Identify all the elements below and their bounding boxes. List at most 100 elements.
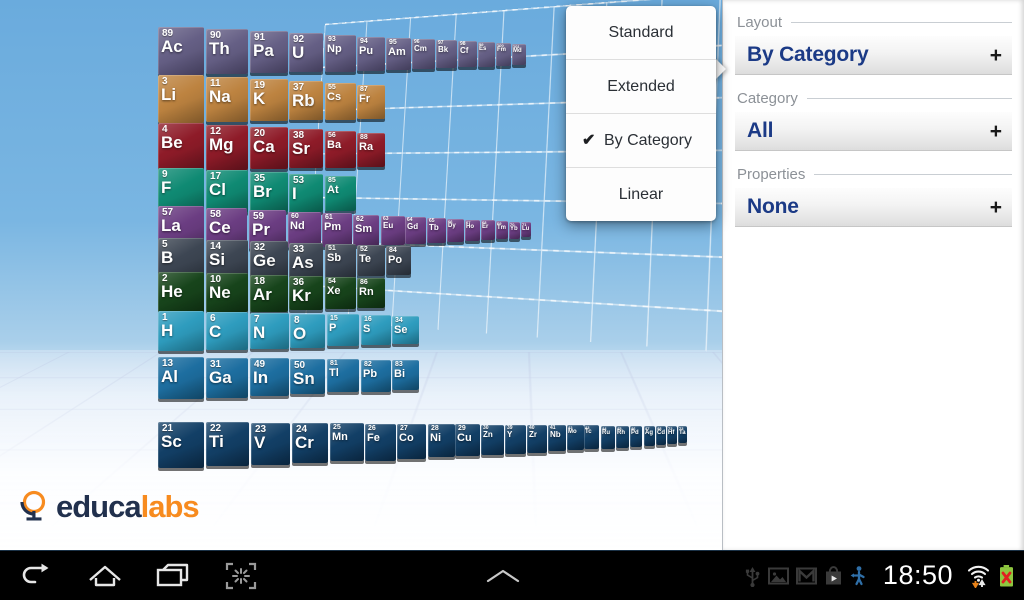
element-tile[interactable]: 86 Rn [357, 278, 385, 308]
element-tile[interactable]: 3 Li [158, 75, 204, 123]
navbar-system-buttons[interactable] [0, 556, 262, 596]
element-tile[interactable]: 93 Np [325, 35, 356, 72]
element-tile[interactable]: 94 Pu [357, 37, 385, 71]
element-tile[interactable]: 25 Mn [330, 423, 364, 461]
element-tile[interactable]: 38 Sr [289, 129, 323, 168]
element-tile[interactable]: 67 Ho [465, 220, 480, 241]
home-button[interactable] [84, 556, 126, 596]
menu-item-extended[interactable]: Extended [566, 59, 716, 113]
element-tile[interactable]: 8O [290, 314, 325, 348]
element-tile[interactable]: 51 Sb [325, 244, 356, 278]
element-tile[interactable]: 96 Cm [412, 39, 435, 69]
element-tile[interactable]: 81 Tl [327, 359, 359, 392]
element-tile[interactable]: 64 Gd [405, 217, 426, 244]
element-tile[interactable]: 87 Fr [357, 85, 385, 119]
element-tile[interactable]: 4 Be [158, 123, 204, 171]
element-tile[interactable]: 40 Zr [527, 425, 547, 453]
element-tile[interactable]: 23 V [251, 423, 290, 465]
element-tile[interactable]: 17 Cl [206, 170, 248, 213]
element-tile[interactable]: 7N [250, 313, 289, 349]
panel-row-properties[interactable]: None + [735, 188, 1012, 227]
element-tile[interactable]: 85 At [325, 176, 356, 211]
element-tile[interactable]: 27 Co [397, 424, 426, 459]
element-tile[interactable]: 91 Pa [250, 31, 288, 73]
element-tile[interactable]: 47 Ag [644, 426, 655, 446]
element-tile[interactable]: 21 Sc [158, 422, 204, 468]
back-button[interactable] [16, 556, 58, 596]
element-tile[interactable]: 82 Pb [361, 360, 391, 392]
element-tile[interactable]: 30 Zn [481, 425, 504, 455]
element-tile[interactable]: 63 Eu [381, 216, 405, 245]
element-tile[interactable]: 84 Po [386, 246, 411, 275]
element-tile[interactable]: 28 Ni [428, 424, 455, 457]
options-panel[interactable]: Layout By Category + Category All + Properties… [722, 0, 1024, 551]
recents-button[interactable] [152, 556, 194, 596]
element-tile[interactable]: 1H [158, 311, 204, 351]
expand-handle[interactable] [262, 566, 744, 586]
android-navigation-bar[interactable]: 18:50 [0, 550, 1024, 600]
element-tile[interactable]: 100 Fm [496, 43, 511, 66]
element-tile[interactable]: 101 Md [512, 44, 526, 65]
element-tile[interactable]: 52 Te [357, 245, 385, 276]
element-tile[interactable]: 66 Dy [447, 219, 464, 242]
element-tile[interactable]: 88 Ra [357, 133, 385, 167]
layout-popup-menu[interactable]: Standard Extended ✔ By Category Linear [566, 6, 716, 221]
element-tile[interactable]: 69 Tm [496, 221, 508, 239]
element-tile[interactable]: 35 Br [250, 172, 288, 212]
element-tile[interactable]: 41 Nb [548, 425, 566, 451]
element-tile[interactable]: 44 Ru [601, 426, 615, 449]
element-tile[interactable]: 70 Yb [509, 222, 520, 239]
element-tile[interactable]: 72 Hf [667, 426, 677, 444]
element-tile[interactable]: 12 Mg [206, 125, 248, 170]
expand-plus-icon[interactable]: + [990, 197, 1002, 218]
element-tile[interactable]: 54 Xe [325, 277, 356, 309]
expand-plus-icon[interactable]: + [990, 121, 1002, 142]
element-tile[interactable]: 90 Th [206, 29, 248, 74]
element-tile[interactable]: 73 Ta [678, 426, 687, 443]
element-tile[interactable]: 16 S [361, 315, 391, 345]
menu-item-by-category[interactable]: ✔ By Category [566, 113, 716, 167]
element-tile[interactable]: 13 Al [158, 357, 204, 399]
element-tile[interactable]: 2 He [158, 272, 204, 314]
element-tile[interactable]: 45 Rh [616, 426, 629, 448]
element-tile[interactable]: 33 As [289, 243, 323, 279]
element-tile[interactable]: 43 Tc [584, 425, 599, 449]
element-tile[interactable]: 71 Lu [521, 222, 531, 237]
element-tile[interactable]: 29 Cu [455, 424, 480, 456]
element-tile[interactable]: 68 Er [481, 220, 495, 240]
element-tile[interactable]: 56 Ba [325, 131, 356, 168]
element-tile[interactable]: 24 Cr [292, 423, 328, 463]
element-tile[interactable]: 15 P [327, 314, 359, 346]
element-tile[interactable]: 20 Ca [250, 127, 288, 169]
element-tile[interactable]: 97 Bk [436, 40, 457, 68]
element-tile[interactable]: 42 Mo [567, 425, 584, 450]
element-tile[interactable]: 34 Se [392, 316, 419, 344]
element-tile[interactable]: 49 In [250, 358, 289, 396]
element-tile[interactable]: 46 Pd [630, 426, 642, 447]
element-tile[interactable]: 6C [206, 312, 248, 350]
element-tile[interactable]: 31 Ga [206, 358, 248, 398]
element-tile[interactable]: 18 Ar [250, 275, 288, 312]
element-tile[interactable]: 65 Tb [427, 218, 446, 243]
element-tile[interactable]: 26 Fe [365, 424, 396, 461]
element-tile[interactable]: 53 I [289, 174, 323, 212]
expand-plus-icon[interactable]: + [990, 45, 1002, 66]
element-tile[interactable]: 37 Rb [289, 81, 323, 120]
element-tile[interactable]: 99 Es [478, 42, 495, 67]
element-tile[interactable]: 11 Na [206, 77, 248, 122]
element-tile[interactable]: 36 Kr [289, 276, 323, 310]
element-tile[interactable]: 92 U [289, 33, 323, 72]
element-tile[interactable]: 61 Pm [322, 213, 352, 247]
element-tile[interactable]: 98 Cf [458, 41, 477, 67]
element-tile[interactable]: 89 Ac [158, 27, 204, 75]
element-tile[interactable]: 62 Sm [353, 215, 379, 246]
element-tile[interactable]: 83 Bi [392, 360, 419, 390]
screenshot-button[interactable] [220, 556, 262, 596]
element-tile[interactable]: 10 Ne [206, 273, 248, 312]
menu-item-linear[interactable]: Linear [566, 167, 716, 221]
panel-row-category[interactable]: All + [735, 112, 1012, 151]
element-tile[interactable]: 32 Ge [250, 241, 288, 279]
element-tile[interactable]: 19 K [250, 79, 288, 121]
element-tile[interactable]: 39 Y [505, 425, 526, 454]
element-tile[interactable]: 95 Am [386, 38, 411, 70]
